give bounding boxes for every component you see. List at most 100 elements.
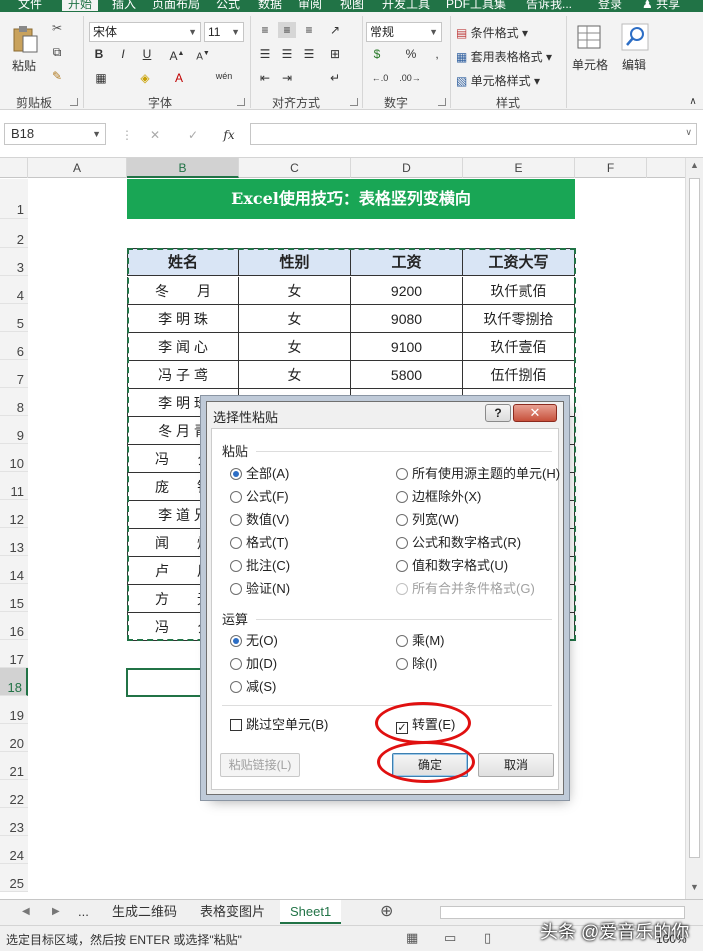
tab-data[interactable]: 数据 bbox=[258, 0, 282, 11]
tab-insert[interactable]: 插入 bbox=[112, 0, 136, 11]
wrap-text-icon[interactable]: ↵ bbox=[326, 70, 344, 86]
transpose-checkbox[interactable]: ✓ 转置(E) bbox=[396, 717, 455, 734]
row-header[interactable]: 20 bbox=[0, 724, 28, 752]
operation-none[interactable]: 无(O) bbox=[230, 633, 278, 649]
align-top-icon[interactable]: ≡ bbox=[256, 22, 274, 38]
column-header-b[interactable]: B bbox=[127, 158, 239, 178]
table-cell[interactable]: 李 闻 心 bbox=[127, 333, 239, 361]
sheet-tab[interactable]: 生成二维码 bbox=[112, 900, 177, 924]
table-header-name[interactable]: 姓名 bbox=[127, 248, 239, 276]
orientation-icon[interactable]: ↗ bbox=[326, 22, 344, 38]
table-cell[interactable]: 5800 bbox=[351, 361, 463, 389]
ok-button[interactable]: 确定 bbox=[392, 753, 468, 777]
phonetic-icon[interactable]: wén bbox=[212, 68, 236, 84]
table-cell[interactable]: 女 bbox=[239, 333, 351, 361]
fill-color-icon[interactable]: ◈ bbox=[136, 70, 154, 86]
tab-home[interactable]: 开始 bbox=[62, 0, 99, 11]
column-header-c[interactable]: C bbox=[239, 158, 351, 178]
cells-button[interactable]: 单元格 bbox=[572, 56, 608, 73]
operation-divide[interactable]: 除(I) bbox=[396, 656, 437, 672]
tab-formulas[interactable]: 公式 bbox=[216, 0, 240, 11]
operation-add[interactable]: 加(D) bbox=[230, 656, 277, 672]
row-header[interactable]: 4 bbox=[0, 276, 28, 304]
clipboard-launcher-icon[interactable] bbox=[70, 98, 78, 106]
paste-option-no-borders[interactable]: 边框除外(X) bbox=[396, 489, 481, 505]
table-cell[interactable]: 女 bbox=[239, 305, 351, 333]
font-color-icon[interactable]: A bbox=[170, 70, 188, 86]
tab-developer[interactable]: 开发工具 bbox=[382, 0, 430, 11]
format-painter-icon[interactable]: ✎ bbox=[48, 68, 66, 84]
table-cell[interactable]: 9100 bbox=[351, 333, 463, 361]
editing-button[interactable]: 编辑 bbox=[622, 56, 646, 73]
row-header[interactable]: 9 bbox=[0, 416, 28, 444]
chevron-down-icon[interactable]: ∨ bbox=[685, 127, 692, 138]
row-header[interactable]: 5 bbox=[0, 304, 28, 332]
merge-center-icon[interactable]: ⊞ bbox=[326, 46, 344, 62]
increase-indent-icon[interactable]: ⇥ bbox=[278, 70, 296, 86]
sheet-overflow[interactable]: ... bbox=[78, 900, 89, 924]
share-button[interactable]: ♟ 共享 bbox=[642, 0, 680, 11]
align-middle-icon[interactable]: ≡ bbox=[278, 22, 296, 38]
row-header[interactable]: 15 bbox=[0, 584, 28, 612]
table-cell[interactable]: 女 bbox=[239, 277, 351, 305]
row-header[interactable]: 21 bbox=[0, 752, 28, 780]
cancel-icon[interactable]: ✕ bbox=[146, 127, 164, 143]
row-header[interactable]: 22 bbox=[0, 780, 28, 808]
formula-input[interactable]: ∨ bbox=[250, 123, 697, 145]
underline-icon[interactable]: U bbox=[138, 46, 156, 62]
row-header[interactable]: 18 bbox=[0, 668, 28, 696]
conditional-formatting-button[interactable]: ▤ 条件格式 ▾ bbox=[456, 24, 528, 41]
paste-option-source-theme[interactable]: 所有使用源主题的单元(H) bbox=[396, 466, 560, 482]
prev-sheet-icon[interactable]: ◀ bbox=[22, 900, 30, 924]
borders-icon[interactable]: ▦ bbox=[92, 70, 110, 86]
number-format-select[interactable]: 常规 ▼ bbox=[366, 22, 442, 42]
row-header[interactable]: 7 bbox=[0, 360, 28, 388]
alignment-launcher-icon[interactable] bbox=[350, 98, 358, 106]
row-header[interactable]: 6 bbox=[0, 332, 28, 360]
column-header-e[interactable]: E bbox=[463, 158, 575, 178]
login-link[interactable]: 登录 bbox=[598, 0, 622, 11]
row-header[interactable]: 10 bbox=[0, 444, 28, 472]
row-header[interactable]: 1 bbox=[0, 179, 28, 219]
grow-font-icon[interactable]: A▲ bbox=[168, 46, 186, 63]
table-header-gender[interactable]: 性别 bbox=[239, 248, 351, 276]
number-launcher-icon[interactable] bbox=[438, 98, 446, 106]
enter-icon[interactable]: ✓ bbox=[184, 127, 202, 143]
row-header[interactable]: 16 bbox=[0, 612, 28, 640]
scroll-thumb[interactable] bbox=[689, 178, 700, 858]
tab-page-layout[interactable]: 页面布局 bbox=[152, 0, 200, 11]
row-header[interactable]: 3 bbox=[0, 248, 28, 276]
paste-icon[interactable] bbox=[10, 24, 40, 54]
paste-option-formats[interactable]: 格式(T) bbox=[230, 535, 289, 551]
close-button[interactable]: ✕ bbox=[513, 404, 557, 422]
copy-icon[interactable]: ⧉ bbox=[48, 44, 66, 60]
cell-styles-button[interactable]: ▧ 单元格样式 ▾ bbox=[456, 72, 540, 89]
row-header[interactable]: 2 bbox=[0, 219, 28, 248]
column-header-f[interactable]: F bbox=[575, 158, 647, 178]
row-header[interactable]: 12 bbox=[0, 500, 28, 528]
tab-review[interactable]: 审阅 bbox=[298, 0, 322, 11]
row-header[interactable]: 23 bbox=[0, 808, 28, 836]
name-box[interactable]: B18 ▼ bbox=[4, 123, 106, 145]
bold-icon[interactable]: B bbox=[90, 46, 108, 62]
row-header[interactable]: 19 bbox=[0, 696, 28, 724]
italic-icon[interactable]: I bbox=[114, 46, 132, 62]
help-button[interactable]: ? bbox=[485, 404, 511, 422]
table-cell[interactable]: 玖仟贰佰 bbox=[463, 277, 575, 305]
paste-link-button[interactable]: 粘贴链接(L) bbox=[220, 753, 300, 777]
cut-icon[interactable]: ✂ bbox=[48, 20, 66, 36]
collapse-ribbon-icon[interactable]: ∧ bbox=[684, 94, 702, 110]
align-left-icon[interactable]: ☰ bbox=[256, 46, 274, 62]
table-header-salary[interactable]: 工资 bbox=[351, 248, 463, 276]
paste-option-all[interactable]: 全部(A) bbox=[230, 466, 289, 482]
row-header[interactable]: 8 bbox=[0, 388, 28, 416]
font-size-select[interactable]: 11 ▼ bbox=[204, 22, 244, 42]
table-cell[interactable]: 9200 bbox=[351, 277, 463, 305]
page-layout-view-icon[interactable]: ▭ bbox=[444, 930, 456, 946]
table-cell[interactable]: 玖仟零捌拾 bbox=[463, 305, 575, 333]
page-break-view-icon[interactable]: ▯ bbox=[484, 930, 491, 946]
align-center-icon[interactable]: ☰ bbox=[278, 46, 296, 62]
skip-blanks-checkbox[interactable]: 跳过空单元(B) bbox=[230, 717, 328, 733]
row-header[interactable]: 13 bbox=[0, 528, 28, 556]
row-header[interactable]: 11 bbox=[0, 472, 28, 500]
